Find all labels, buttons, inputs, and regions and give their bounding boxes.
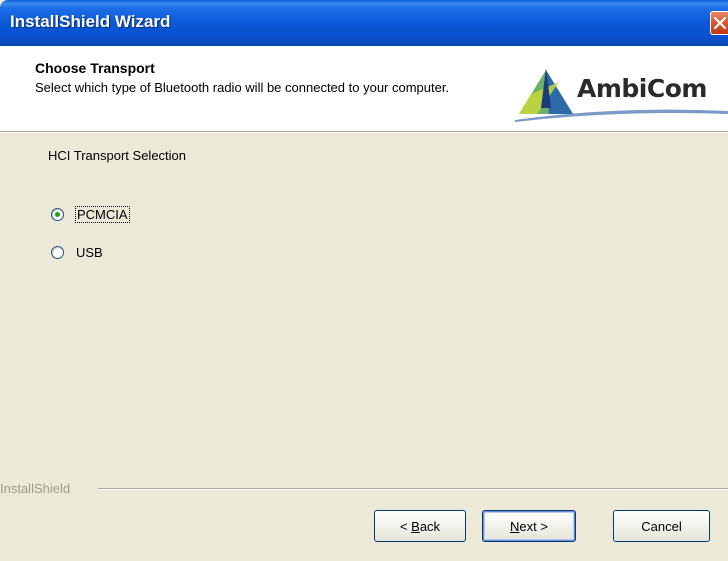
header-divider-highlight xyxy=(0,132,728,133)
radio-option-usb[interactable]: USB xyxy=(51,242,103,262)
next-button-rest: ext > xyxy=(519,518,548,534)
next-button-mnemonic: N xyxy=(510,518,520,534)
installshield-brand-label: InstallShield xyxy=(0,481,77,496)
next-button[interactable]: Next > xyxy=(482,510,576,542)
radio-label-pcmcia[interactable]: PCMCIA xyxy=(75,205,130,223)
window-title: InstallShield Wizard xyxy=(10,12,171,31)
radio-button-usb[interactable] xyxy=(51,245,64,259)
installshield-wizard-window: InstallShield Wizard Choose Transport Se… xyxy=(0,0,728,561)
radio-label-usb[interactable]: USB xyxy=(76,245,103,260)
radio-button-pcmcia[interactable] xyxy=(51,207,64,221)
back-button-prefix: < xyxy=(399,518,412,534)
logo-text: AmbiCom xyxy=(577,74,707,103)
back-button-rest: ack xyxy=(419,518,441,534)
ambicom-logo: AmbiCom xyxy=(515,64,728,124)
wizard-header: Choose Transport Select which type of Bl… xyxy=(0,46,728,131)
cancel-button-label: Cancel xyxy=(641,518,682,534)
page-title: Choose Transport xyxy=(35,60,155,76)
close-button[interactable] xyxy=(710,11,728,35)
transport-section-label: HCI Transport Selection xyxy=(48,148,187,163)
back-button-mnemonic: B xyxy=(411,518,420,534)
title-bar[interactable]: InstallShield Wizard xyxy=(0,0,728,46)
close-icon xyxy=(713,16,727,30)
brand-divider-highlight xyxy=(98,489,728,490)
cancel-button[interactable]: Cancel xyxy=(613,510,710,542)
back-button[interactable]: < Back xyxy=(374,510,466,542)
radio-option-pcmcia[interactable]: PCMCIA xyxy=(51,204,130,224)
page-subtitle: Select which type of Bluetooth radio wil… xyxy=(35,80,450,95)
